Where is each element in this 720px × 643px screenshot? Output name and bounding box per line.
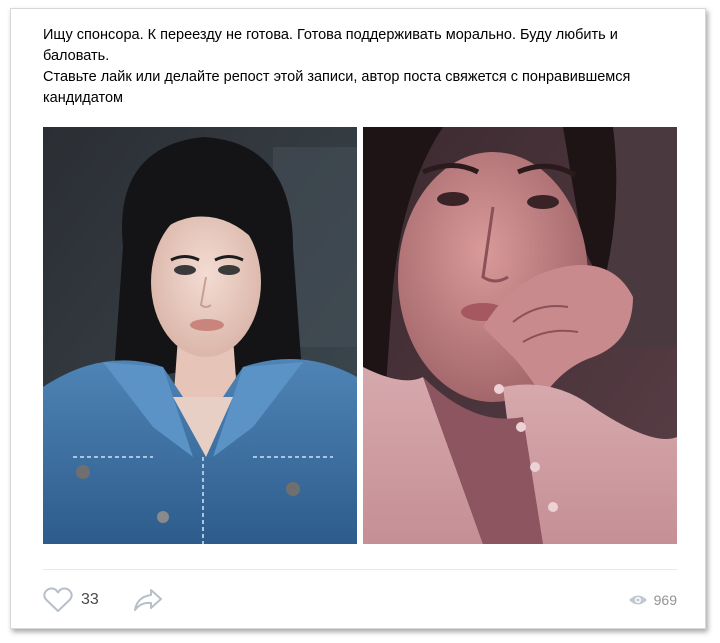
eye-icon [628,595,647,605]
photo-1[interactable] [43,127,357,544]
post-actions: 33 969 [43,583,677,617]
views-counter: 969 [628,583,677,617]
like-count: 33 [81,591,99,608]
share-arrow-icon [134,589,162,611]
like-button[interactable]: 33 [43,583,99,617]
post-text-line-1: Ищу спонсора. К переезду не готова. Гото… [43,27,618,64]
share-button[interactable] [133,583,163,617]
heart-icon [43,587,73,612]
views-count: 969 [653,592,677,608]
footer-divider [43,569,677,570]
post-text-line-2: Ставьте лайк или делайте репост этой зап… [43,69,631,106]
photo-grid [43,127,677,544]
post-card: Ищу спонсора. К переезду не готова. Гото… [10,8,706,629]
photo-2[interactable] [363,127,677,544]
post-text: Ищу спонсора. К переезду не готова. Гото… [43,25,643,109]
